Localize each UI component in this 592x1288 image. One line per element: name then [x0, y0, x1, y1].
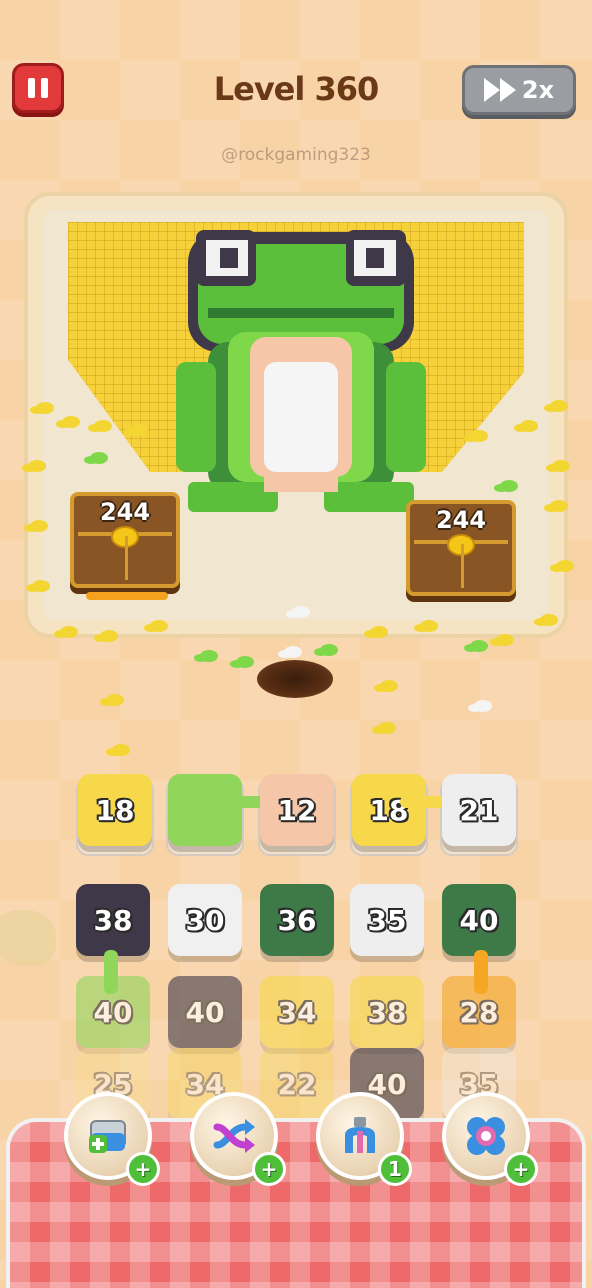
grid-tile[interactable]: 38	[350, 976, 424, 1048]
booster-badge: +	[504, 1152, 538, 1186]
ant	[500, 480, 518, 492]
ant	[420, 620, 438, 632]
grid-tile[interactable]: 35	[350, 884, 424, 956]
ant	[94, 420, 112, 432]
magnet-icon	[345, 1117, 375, 1153]
ant	[496, 634, 514, 646]
chest-split	[125, 536, 128, 580]
chest-counter: 244	[435, 506, 487, 534]
booster-badge: +	[126, 1152, 160, 1186]
ant	[552, 460, 570, 472]
ant	[520, 420, 538, 432]
grid-tile[interactable]: 36	[260, 884, 334, 956]
ant	[292, 606, 310, 618]
grid-tile[interactable]: 22	[260, 1048, 334, 1120]
queue-tile[interactable]: 12	[260, 774, 334, 846]
ant	[200, 650, 218, 662]
grid-tile[interactable]: 40	[76, 976, 150, 1048]
treasure-chest-left: 244	[70, 492, 180, 588]
ant	[36, 402, 54, 414]
ant	[150, 620, 168, 632]
ant	[236, 656, 254, 668]
speed-button[interactable]: 2x	[462, 65, 576, 115]
queue-tile[interactable]: 21	[442, 774, 516, 846]
ant	[540, 614, 558, 626]
chest-progress-bar	[86, 592, 168, 600]
ant	[60, 626, 78, 638]
booster-badge: +	[252, 1152, 286, 1186]
grid-tile[interactable]: 30	[168, 884, 242, 956]
add-slot-icon	[89, 1120, 126, 1153]
chest-split	[461, 544, 464, 588]
ant	[106, 694, 124, 706]
ant	[550, 400, 568, 412]
grid-tile[interactable]: 40	[442, 884, 516, 956]
grid-tile[interactable]: 34	[260, 976, 334, 1048]
swap-icon	[467, 1117, 505, 1155]
booster-count-badge: 1	[378, 1152, 412, 1186]
queue-tile[interactable]	[168, 774, 242, 846]
leaf-decoration	[0, 910, 56, 966]
speed-label: 2x	[521, 76, 555, 104]
ant	[30, 520, 48, 532]
ant	[470, 640, 488, 652]
ant	[112, 744, 130, 756]
shuffle-icon	[213, 1119, 255, 1153]
grid-tile[interactable]: 38	[76, 884, 150, 956]
ant	[474, 700, 492, 712]
frog-pixel-art	[176, 230, 426, 512]
grid-tile[interactable]: 40	[168, 976, 242, 1048]
grid-tile[interactable]: 28	[442, 976, 516, 1048]
treasure-chest-right: 244	[406, 500, 516, 596]
ant	[380, 680, 398, 692]
ant	[28, 460, 46, 472]
ant	[90, 452, 108, 464]
queue-tile[interactable]: 18	[78, 774, 152, 846]
ant	[470, 430, 488, 442]
ant	[130, 424, 148, 436]
ant	[32, 580, 50, 592]
ant	[556, 560, 574, 572]
ant-hole	[257, 660, 333, 698]
watermark-text: @rockgaming323	[221, 145, 371, 165]
ant	[370, 626, 388, 638]
ant	[62, 416, 80, 428]
ant	[378, 722, 396, 734]
ant	[550, 500, 568, 512]
ant	[284, 646, 302, 658]
ant	[320, 644, 338, 656]
ant	[100, 630, 118, 642]
fast-forward-icon	[483, 78, 516, 102]
queue-tile[interactable]: 18	[352, 774, 426, 846]
chest-counter: 244	[99, 498, 151, 526]
